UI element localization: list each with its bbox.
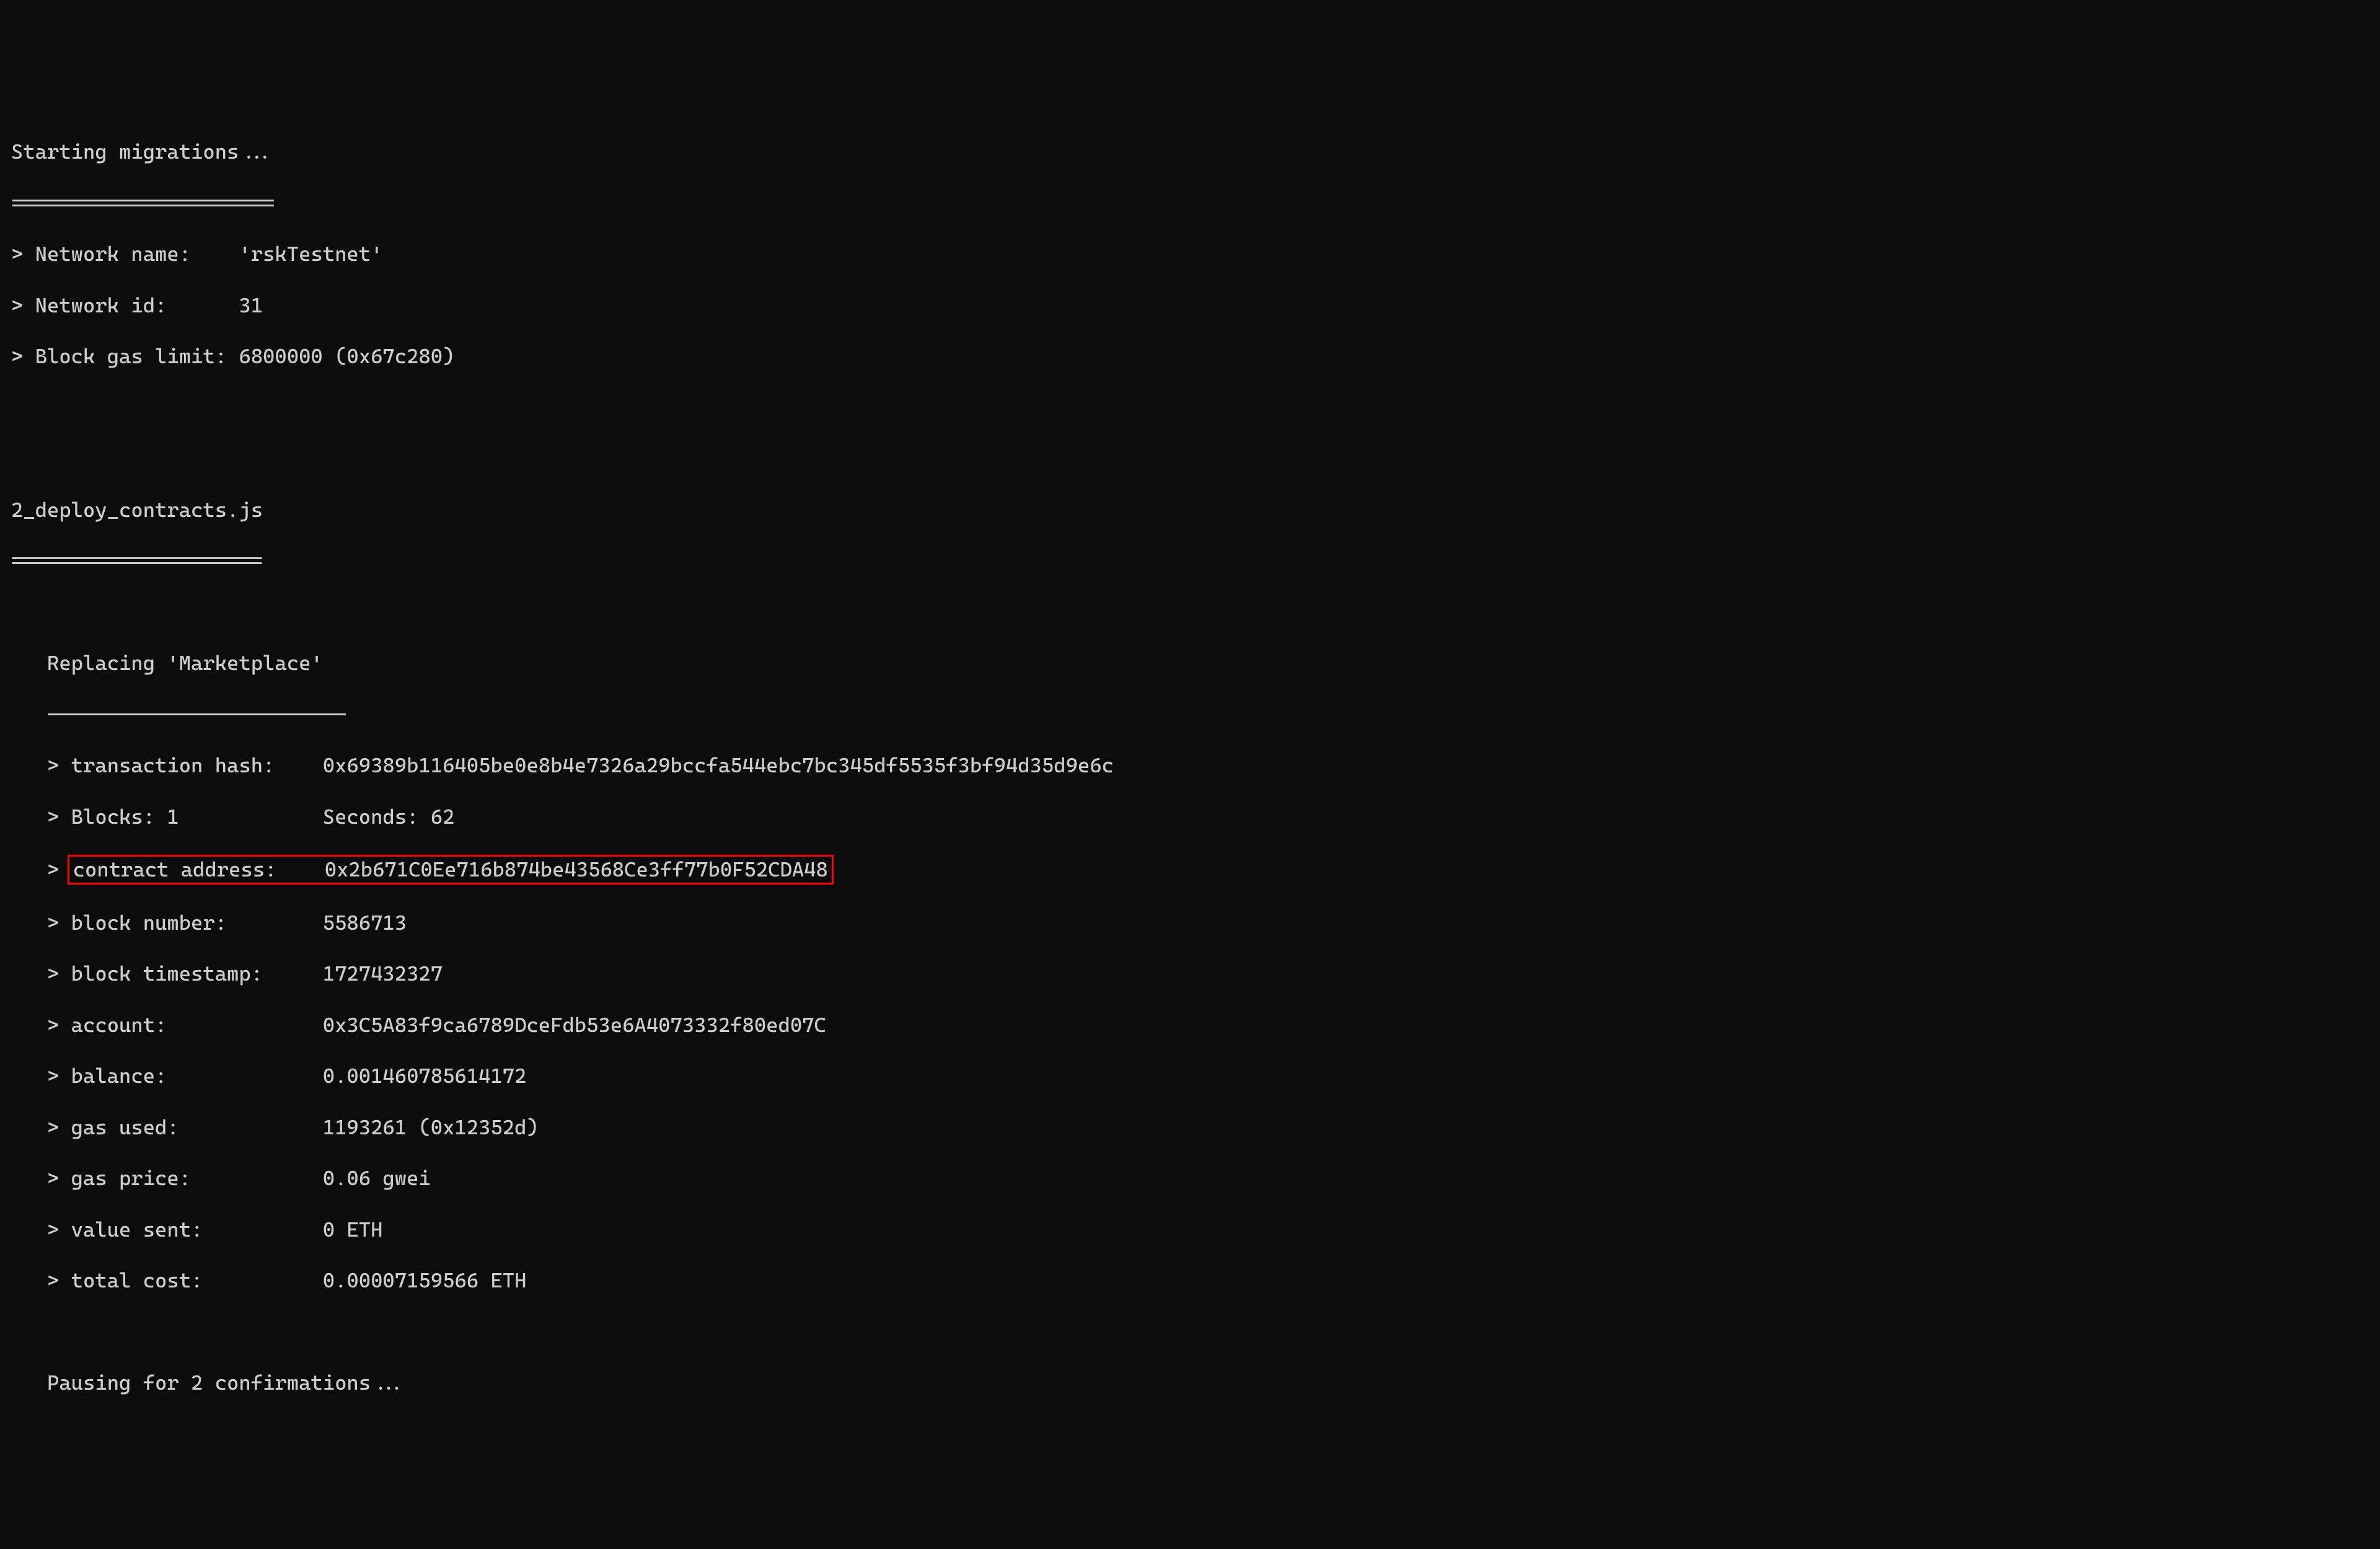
blank-line bbox=[11, 395, 2369, 420]
contract-prefix: > bbox=[11, 857, 71, 881]
blank-line bbox=[11, 1319, 2369, 1344]
block-number-line: > block number: 5586713 bbox=[11, 910, 2369, 935]
migration-divider-line: ===================== bbox=[11, 548, 2369, 573]
contract-address-line: > contract address: 0x2b671C0Ee716b874be… bbox=[11, 855, 2369, 884]
pausing-line: Pausing for 2 confirmations... bbox=[11, 1370, 2369, 1395]
tx-hash-value: 0x69389b116405be0e8b4e7326a29bccfa544ebc… bbox=[323, 753, 1114, 777]
replacing-divider-line: ------------------------- bbox=[11, 702, 2369, 727]
migration-file-line: 2_deploy_contracts.js bbox=[11, 497, 2369, 523]
replacing-line: Replacing 'Marketplace' bbox=[11, 650, 2369, 676]
total-cost-line: > total cost: 0.00007159566 ETH bbox=[11, 1268, 2369, 1293]
blank-line bbox=[11, 599, 2369, 625]
block-gas-limit-line: > Block gas limit: 6800000 (0x67c280) bbox=[11, 343, 2369, 369]
network-name-line: > Network name: 'rskTestnet' bbox=[11, 241, 2369, 267]
transaction-hash-line: > transaction hash: 0x69389b116405be0e8b… bbox=[11, 752, 2369, 778]
value-sent-line: > value sent: 0 ETH bbox=[11, 1217, 2369, 1242]
blocks-seconds-line: > Blocks: 1 Seconds: 62 bbox=[11, 804, 2369, 829]
terminal-output: Starting migrations... =================… bbox=[11, 113, 2369, 1421]
tx-hash-label: > transaction hash: bbox=[11, 753, 323, 777]
block-timestamp-line: > block timestamp: 1727432327 bbox=[11, 961, 2369, 986]
account-line: > account: 0x3C5A83f9ca6789DceFdb53e6A40… bbox=[11, 1012, 2369, 1038]
blank-line bbox=[11, 446, 2369, 471]
divider-line: ====================== bbox=[11, 190, 2369, 216]
network-id-line: > Network id: 31 bbox=[11, 293, 2369, 318]
contract-address-highlight: contract address: 0x2b671C0Ee716b874be43… bbox=[68, 855, 834, 884]
gas-used-line: > gas used: 1193261 (0x12352d) bbox=[11, 1114, 2369, 1140]
gas-price-line: > gas price: 0.06 gwei bbox=[11, 1165, 2369, 1191]
balance-line: > balance: 0.001460785614172 bbox=[11, 1063, 2369, 1088]
starting-migrations-line: Starting migrations... bbox=[11, 139, 2369, 164]
